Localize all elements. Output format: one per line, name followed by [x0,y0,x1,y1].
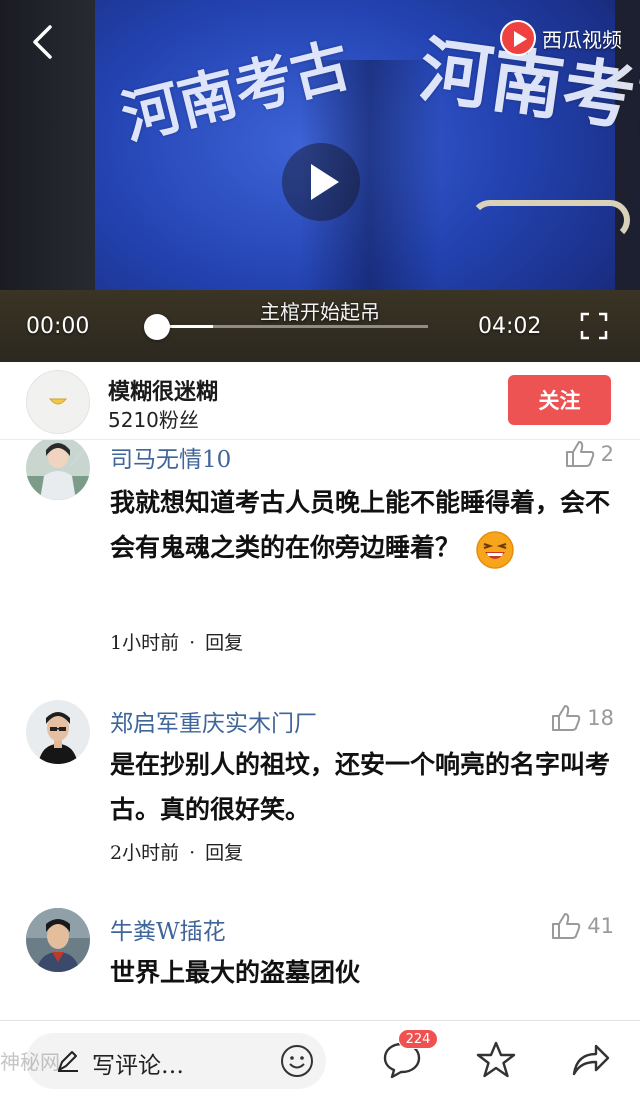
comment-text: 我就想知道考古人员晚上能不能睡得着，会不会有鬼魂之类的在你旁边睡着？ [110,480,610,570]
like-count: 18 [587,706,614,730]
chevron-left-icon [33,25,52,59]
comment-meta: 1小时前 · 回复 [110,628,243,655]
like-button[interactable]: 2 [565,440,614,468]
follow-button[interactable]: 关注 [508,375,611,425]
video-player[interactable]: 河南考古 河南考古 西瓜视频 主棺开始起吊 00:00 04:02 [0,0,640,362]
comment-time: 2小时前 [110,842,180,864]
smile-icon[interactable] [280,1044,314,1078]
thumbs-up-icon [552,913,581,939]
video-subtitle: 主棺开始起吊 [260,300,380,324]
comment-time: 1小时前 [110,632,180,654]
back-button[interactable] [24,22,60,62]
time-total: 04:02 [478,314,542,339]
like-count: 41 [587,914,614,938]
brand-name: 西瓜视频 [542,27,622,52]
share-icon[interactable] [570,1040,610,1080]
comment-list[interactable]: 司马无情10 2 我就想知道考古人员晚上能不能睡得着，会不会有鬼魂之类的在你旁边… [0,440,640,1020]
avatar[interactable] [26,700,90,764]
reply-button[interactable]: 回复 [205,842,243,864]
progress-bar[interactable] [156,325,428,328]
avatar[interactable] [26,908,90,972]
comment-author-name[interactable]: 司马无情10 [110,440,231,474]
comment-author-name[interactable]: 郑启军重庆实木门厂 [110,704,317,738]
comment-body: 是在抄别人的祖坟，还安一个响亮的名字叫考古。真的很好笑。 [110,750,611,824]
play-logo-icon [500,20,536,56]
comment-meta: 2小时前 · 回复 [110,838,243,865]
comment-count-badge: 224 [398,1029,438,1049]
thumbs-up-icon [552,705,581,731]
comment-body: 我就想知道考古人员晚上能不能睡得着，会不会有鬼魂之类的在你旁边睡着？ [110,488,611,562]
play-button[interactable] [282,143,360,221]
brand-logo: 西瓜视频 [500,20,622,56]
meta-separator: · [189,632,196,654]
comment-body: 世界上最大的盗墓团伙 [110,958,361,987]
avatar-image [26,440,90,500]
star-icon[interactable] [476,1040,516,1080]
avatar-image [26,908,90,972]
fullscreen-button[interactable] [580,312,608,340]
avatar-image [26,700,90,764]
like-button[interactable]: 41 [551,912,614,940]
lemon-slice-icon [48,398,68,405]
watermark: 神秘网 [0,1050,60,1074]
thumbs-up-icon [565,441,594,467]
comment-author-name[interactable]: 牛粪W插花 [110,912,226,946]
time-current: 00:00 [26,314,90,339]
comment-input-placeholder: 写评论… [92,1053,184,1079]
play-icon [311,164,339,200]
laughing-face-icon [475,530,514,569]
video-frame-rope [470,200,630,240]
reply-button[interactable]: 回复 [205,632,243,654]
bottom-bar: 写评论… 224 [0,1020,640,1099]
author-fans: 5210粉丝 [108,408,199,432]
like-count: 2 [600,442,614,466]
author-avatar[interactable] [26,370,90,434]
author-bar: 模糊很迷糊 5210粉丝 关注 [0,362,640,440]
progress-thumb[interactable] [144,314,170,340]
meta-separator: · [189,842,196,864]
avatar[interactable] [26,440,90,500]
fullscreen-icon [580,312,608,340]
comment-input[interactable]: 写评论… [26,1033,326,1089]
like-button[interactable]: 18 [551,704,614,732]
author-name[interactable]: 模糊很迷糊 [108,374,218,406]
